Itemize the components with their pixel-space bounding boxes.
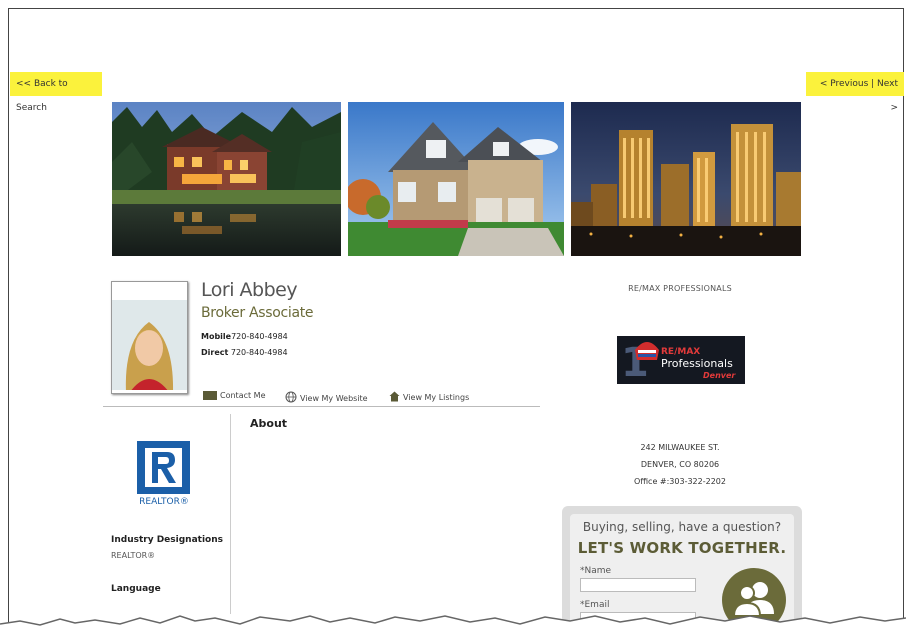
envelope-icon — [203, 391, 217, 400]
contact-me-link[interactable]: Contact Me — [203, 391, 266, 400]
brokerage-name: RE/MAX PROFESSIONALS — [628, 284, 732, 293]
back-to-search-button[interactable]: << Back to Search — [10, 72, 102, 113]
hero-image-lake-house — [112, 102, 341, 256]
realtor-logo-text: REALTOR® — [139, 497, 189, 507]
agent-name: Lori Abbey — [201, 279, 298, 301]
address-line1: 242 MILWAUKEE ST. — [640, 443, 720, 452]
name-label: *Name — [580, 566, 612, 576]
email-label: *Email — [580, 600, 610, 610]
remax-logo-line1: RE/MAX — [661, 347, 700, 357]
mobile-phone: Mobile720-840-4984 — [201, 332, 288, 341]
torn-edge — [0, 612, 906, 634]
office-phone: Office #:303-322-2202 — [634, 477, 726, 486]
view-website-link[interactable]: View My Website — [285, 391, 368, 405]
mobile-number[interactable]: 720-840-4984 — [231, 332, 288, 341]
name-field[interactable] — [580, 578, 696, 592]
agent-photo — [111, 281, 188, 394]
contact-question: Buying, selling, have a question? — [582, 520, 782, 534]
contact-headline: LET'S WORK TOGETHER. — [577, 539, 787, 557]
designations-heading: Industry Designations — [111, 535, 223, 545]
contact-me-label: Contact Me — [220, 391, 266, 400]
agent-title: Broker Associate — [201, 305, 314, 321]
direct-number[interactable]: 720-840-4984 — [231, 348, 288, 357]
column-divider — [230, 414, 231, 614]
globe-icon — [285, 391, 297, 405]
profile-divider — [103, 406, 540, 407]
remax-logo-line3: Denver — [703, 371, 736, 380]
view-listings-link[interactable]: View My Listings — [389, 391, 469, 404]
realtor-logo: REALTOR® — [137, 441, 191, 511]
mobile-label: Mobile — [201, 332, 232, 341]
view-website-label: View My Website — [300, 393, 368, 403]
address-line2: DENVER, CO 80206 — [640, 460, 720, 469]
previous-link[interactable]: < Previous — [820, 79, 868, 89]
remax-logo: 1 RE/MAX Professionals Denver — [617, 336, 745, 386]
about-heading: About — [250, 417, 288, 430]
direct-phone: Direct 720-840-4984 — [201, 348, 288, 357]
hero-image-suburban-house — [348, 102, 564, 256]
remax-logo-line2: Professionals — [661, 357, 733, 370]
view-listings-label: View My Listings — [403, 393, 470, 402]
prev-next-nav: < Previous | Next > — [806, 72, 904, 113]
direct-label: Direct — [201, 348, 229, 357]
language-heading: Language — [111, 584, 161, 594]
hero-image-city-skyline — [571, 102, 801, 256]
house-icon — [389, 391, 400, 404]
nav-separator: | — [868, 79, 878, 89]
designations-value: REALTOR® — [111, 551, 156, 560]
